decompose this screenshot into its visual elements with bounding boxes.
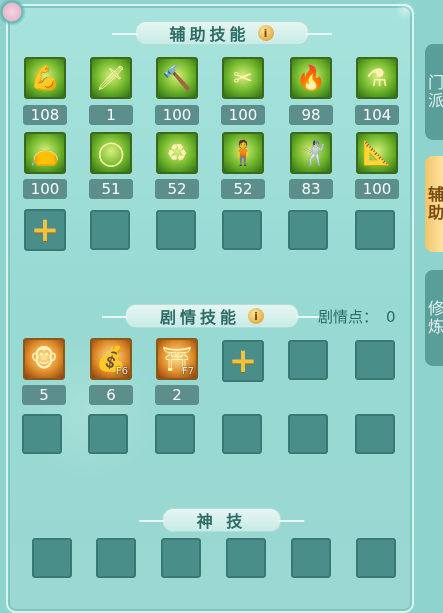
skill-level: 100 — [355, 179, 399, 199]
empty-skill-slot[interactable] — [222, 210, 262, 250]
skill-level: 108 — [23, 105, 67, 125]
empty-skill-slot[interactable] — [291, 538, 331, 578]
skill-level: 2 — [155, 385, 199, 405]
plus-icon: + — [30, 210, 60, 250]
skill-level: 104 — [355, 105, 399, 125]
tab-sect[interactable]: 门派 — [425, 44, 443, 140]
skill-glyph: 🤺 — [296, 139, 326, 167]
corner-sparkle-icon — [395, 0, 415, 20]
story-skills-title: 剧情技能 i — [101, 304, 323, 328]
skill-level: 52 — [221, 179, 265, 199]
corner-flower-icon — [0, 0, 30, 32]
skill-glyph: ♻ — [166, 139, 188, 167]
gold-ingot-icon[interactable]: 💰 F6 — [90, 338, 132, 380]
plot-points: 剧情点： 0 — [318, 306, 396, 327]
skill-level: 6 — [89, 385, 133, 405]
skill-glyph: ✂ — [232, 64, 254, 92]
story-skills-label: 剧情技能 — [159, 308, 241, 327]
skill-glyph: 🔨 — [162, 64, 192, 92]
skill-level: 100 — [221, 105, 265, 125]
skill-glyph: 🗡 — [95, 64, 127, 92]
empty-skill-slot[interactable] — [32, 538, 72, 578]
empty-skill-slot[interactable] — [288, 210, 328, 250]
empty-skill-slot[interactable] — [222, 414, 262, 454]
skill-glyph: ⚗ — [366, 64, 388, 92]
divine-skills-label: 神 技 — [196, 512, 247, 531]
assist-skills-label: 辅助技能 — [169, 25, 250, 44]
info-icon[interactable]: i — [248, 308, 265, 324]
scissors-icon[interactable]: ✂ — [222, 57, 264, 99]
skill-level: 5 — [22, 385, 66, 405]
skill-glyph: 👝 — [30, 139, 60, 167]
add-assist-skill-button[interactable]: + — [24, 209, 66, 251]
skill-level: 83 — [289, 179, 333, 199]
skill-level: 100 — [23, 179, 67, 199]
empty-skill-slot[interactable] — [226, 538, 266, 578]
add-story-skill-button[interactable]: + — [222, 340, 264, 382]
skill-glyph: ◯ — [97, 139, 125, 167]
tab-cultivation[interactable]: 修炼 — [425, 270, 443, 366]
empty-skill-slot[interactable] — [161, 538, 201, 578]
plot-points-value: 0 — [386, 308, 396, 326]
divine-skills-title: 神 技 — [138, 508, 304, 532]
skill-level: 100 — [155, 105, 199, 125]
cauldron-icon[interactable]: ⚗ — [356, 57, 398, 99]
skill-glyph: 💪 — [30, 64, 60, 92]
assist-skills-title: 辅助技能 i — [111, 21, 332, 45]
empty-skill-slot[interactable] — [88, 414, 128, 454]
cycle-icon[interactable]: ♻ — [156, 132, 198, 174]
darts-icon[interactable]: 🗡 — [90, 57, 132, 99]
pouch-icon[interactable]: 👝 — [24, 132, 66, 174]
empty-skill-slot[interactable] — [155, 414, 195, 454]
skill-level: 98 — [289, 105, 333, 125]
strongman-icon[interactable]: 🤺 — [290, 132, 332, 174]
tab-assist[interactable]: 辅助 — [425, 156, 443, 252]
skill-level: 1 — [89, 105, 133, 125]
anvil-icon[interactable]: 🔨 — [156, 57, 198, 99]
skill-level: 51 — [89, 179, 133, 199]
muscle-icon[interactable]: 💪 — [24, 57, 66, 99]
compass-icon[interactable]: 📐 — [356, 132, 398, 174]
plot-points-label: 剧情点： — [318, 308, 379, 326]
info-icon[interactable]: i — [257, 25, 274, 41]
skill-glyph: 🐵 — [30, 345, 58, 373]
skill-glyph: 🔥 — [296, 64, 326, 92]
plus-icon: + — [228, 341, 258, 381]
empty-skill-slot[interactable] — [356, 538, 396, 578]
hotkey-label: F6 — [115, 366, 128, 377]
empty-skill-slot[interactable] — [355, 340, 395, 380]
empty-skill-slot[interactable] — [156, 210, 196, 250]
empty-skill-slot[interactable] — [288, 414, 328, 454]
skill-level: 52 — [155, 179, 199, 199]
empty-skill-slot[interactable] — [22, 414, 62, 454]
warrior-icon[interactable]: 🧍 — [222, 132, 264, 174]
empty-skill-slot[interactable] — [288, 340, 328, 380]
hotkey-label: F7 — [181, 366, 194, 377]
empty-skill-slot[interactable] — [355, 414, 395, 454]
skill-glyph: 🧍 — [228, 139, 258, 167]
pavilion-icon[interactable]: ⛩ F7 — [156, 338, 198, 380]
skill-glyph: 📐 — [362, 139, 392, 167]
empty-skill-slot[interactable] — [90, 210, 130, 250]
ring-icon[interactable]: ◯ — [90, 132, 132, 174]
empty-skill-slot[interactable] — [355, 210, 395, 250]
monkey-icon[interactable]: 🐵 — [23, 338, 65, 380]
empty-skill-slot[interactable] — [96, 538, 136, 578]
flame-icon[interactable]: 🔥 — [290, 57, 332, 99]
